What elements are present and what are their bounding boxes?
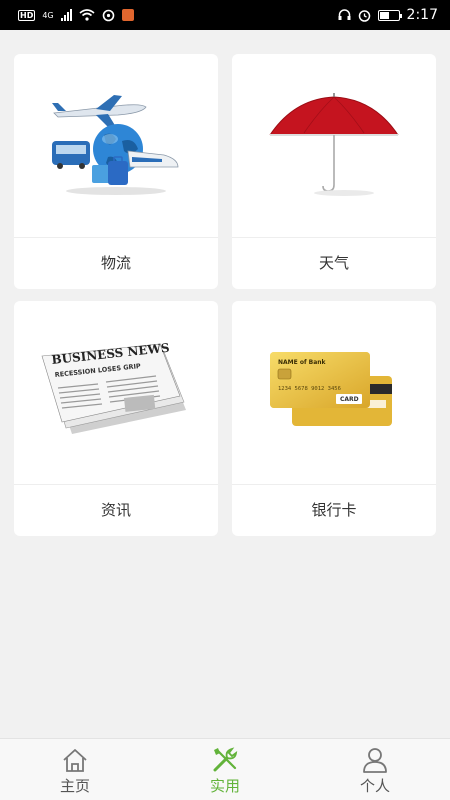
nav-label-tools: 实用 [209, 777, 240, 795]
card-label-news: 资讯 [100, 501, 131, 519]
bank-card-image: NAME of Bank 1234 5678 9012 3456 CARD [232, 301, 436, 485]
person-icon [363, 748, 387, 773]
hd-badge: HD [18, 9, 36, 21]
feature-grid: 物流 天气 BUSINESS NEWS RECESSION LOSES GRIP… [14, 54, 436, 536]
sync-icon [102, 9, 114, 21]
wifi-icon [79, 9, 95, 21]
nav-item-tools[interactable]: 实用 [150, 739, 300, 800]
logistics-image [14, 54, 218, 238]
bank-card-number: 1234 5678 9012 3456 [278, 386, 341, 392]
app-notification-icon [121, 9, 134, 21]
card-label-weather: 天气 [318, 254, 349, 272]
headset-icon [338, 9, 351, 20]
network-type: 4G [42, 10, 54, 20]
nav-label-home: 主页 [59, 777, 90, 795]
card-weather[interactable]: 天气 [232, 54, 436, 289]
signal-icon [60, 9, 72, 21]
umbrella-image [232, 54, 436, 238]
newspaper-image: BUSINESS NEWS RECESSION LOSES GRIP [14, 301, 218, 485]
card-news[interactable]: BUSINESS NEWS RECESSION LOSES GRIP 资讯 [14, 301, 218, 536]
card-label-bank-card: 银行卡 [311, 501, 357, 519]
alarm-icon [358, 9, 370, 22]
card-label-logistics: 物流 [100, 254, 131, 272]
bank-card-name: NAME of Bank [278, 359, 327, 366]
status-time: 2:17 [406, 7, 438, 23]
status-bar: HD 4G 2:17 [0, 0, 450, 30]
card-logistics[interactable]: 物流 [14, 54, 218, 289]
home-icon [63, 749, 87, 772]
tools-icon [213, 747, 238, 772]
bank-card-badge: CARD [340, 396, 359, 403]
bottom-nav: 主页 实用 个人 [0, 738, 450, 800]
nav-item-profile[interactable]: 个人 [300, 739, 450, 800]
nav-item-home[interactable]: 主页 [0, 739, 150, 800]
battery-icon [377, 9, 402, 21]
card-bank-card[interactable]: NAME of Bank 1234 5678 9012 3456 CARD 银行… [232, 301, 436, 536]
status-bar-right: 2:17 [338, 7, 438, 23]
status-bar-left: HD 4G [18, 9, 134, 22]
nav-label-profile: 个人 [359, 777, 390, 795]
